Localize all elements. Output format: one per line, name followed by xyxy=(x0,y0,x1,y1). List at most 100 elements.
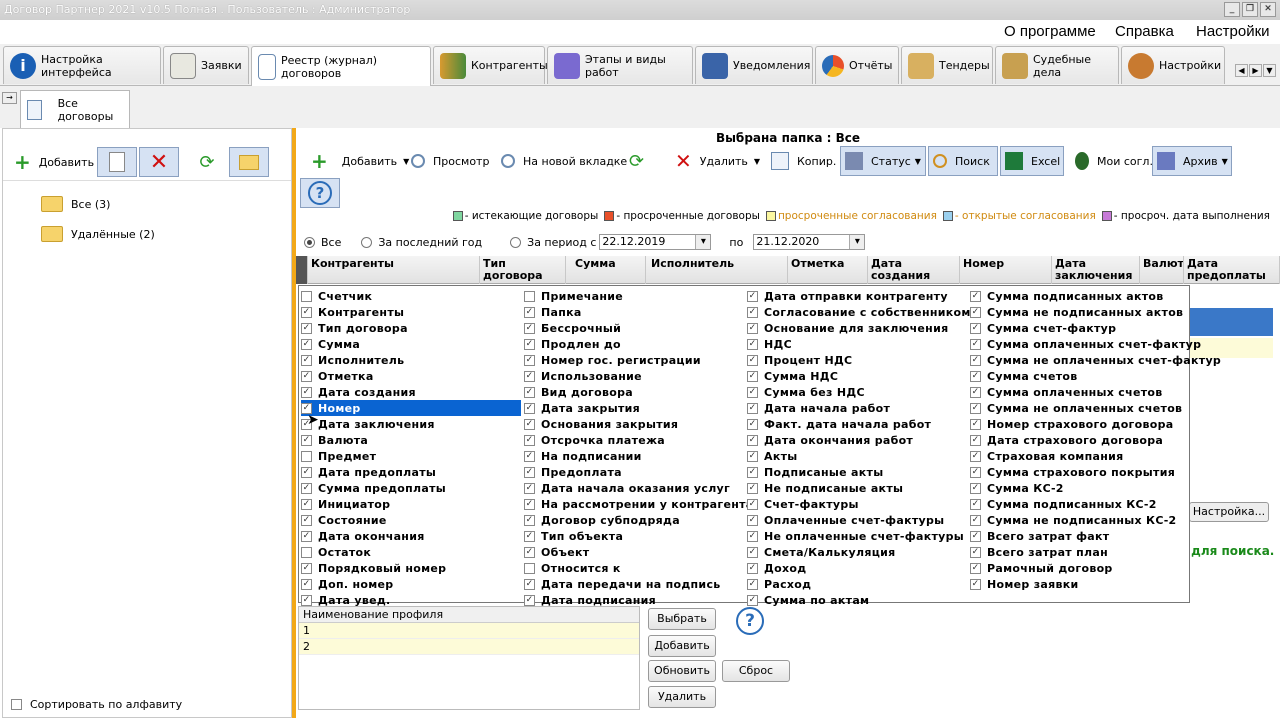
column-option[interactable]: ✓ Сумма НДС xyxy=(747,368,967,384)
column-option[interactable]: ✓ Дата создания xyxy=(301,384,521,400)
folder-edit-button[interactable] xyxy=(97,147,137,177)
column-option[interactable]: ✓ Сумма оплаченных счет-фактур xyxy=(970,336,1201,352)
column-option[interactable]: ✓ Номер гос. регистрации xyxy=(524,352,744,368)
column-header[interactable]: Сумма xyxy=(572,256,646,284)
checkbox[interactable]: ✓ xyxy=(747,562,758,574)
checkbox[interactable]: ✓ xyxy=(747,514,758,526)
column-option[interactable]: ✓ Сумма xyxy=(301,336,521,352)
checkbox[interactable] xyxy=(524,290,535,302)
column-option[interactable]: ✓ Сумма счетов xyxy=(970,368,1190,384)
checkbox[interactable]: ✓ xyxy=(747,578,758,590)
checkbox[interactable]: ✓ xyxy=(747,322,758,334)
column-option[interactable]: ✓ Сумма по актам xyxy=(747,592,967,608)
column-option[interactable]: ✓ Контрагенты xyxy=(301,304,521,320)
column-option[interactable]: Относится к xyxy=(524,560,744,576)
folder-delete-button[interactable]: ✕ xyxy=(139,147,179,177)
column-header[interactable]: Дата создания xyxy=(868,256,960,284)
column-option[interactable]: ✓ Рамочный договор xyxy=(970,560,1190,576)
checkbox[interactable]: ✓ xyxy=(301,482,312,494)
column-option[interactable]: ✓ Подписаные акты xyxy=(747,464,967,480)
tab-registry[interactable]: Реестр (журнал) договоров xyxy=(251,46,431,87)
tab-stages[interactable]: Этапы и виды работ xyxy=(547,46,693,84)
tree-item-deleted[interactable]: Удалённые (2) xyxy=(17,219,155,249)
column-option[interactable]: ✓ Дата передачи на подпись xyxy=(524,576,744,592)
checkbox[interactable]: ✓ xyxy=(747,418,758,430)
column-option[interactable]: ✓ Смета/Калькуляция xyxy=(747,544,967,560)
checkbox[interactable]: ✓ xyxy=(747,594,758,606)
filter-period-radio[interactable] xyxy=(510,236,522,248)
copy-button[interactable]: Копир. xyxy=(766,146,841,176)
checkbox[interactable]: ✓ xyxy=(747,354,758,366)
column-option[interactable]: ✓ Тип договора xyxy=(301,320,521,336)
checkbox[interactable]: ✓ xyxy=(970,354,981,366)
checkbox[interactable]: ✓ xyxy=(301,434,312,446)
column-option[interactable]: ✓ Предоплата xyxy=(524,464,744,480)
column-option[interactable]: Остаток xyxy=(301,544,521,560)
column-option[interactable]: ✓ Папка xyxy=(524,304,744,320)
column-option[interactable]: ✓ Дата подписания xyxy=(524,592,744,608)
tab-scroll-right[interactable]: ▶ xyxy=(1249,64,1262,77)
column-option[interactable]: ✓ Тип объекта xyxy=(524,528,744,544)
checkbox[interactable]: ✓ xyxy=(524,482,535,494)
checkbox[interactable] xyxy=(524,562,535,574)
column-option[interactable]: ✓ Состояние xyxy=(301,512,521,528)
column-option[interactable]: ✓ Сумма оплаченных счетов xyxy=(970,384,1190,400)
checkbox[interactable]: ✓ xyxy=(970,402,981,414)
checkbox[interactable]: ✓ xyxy=(524,418,535,430)
column-header[interactable]: Исполнитель xyxy=(648,256,788,284)
column-option[interactable]: ✓ Дата страхового договора xyxy=(970,432,1190,448)
checkbox[interactable] xyxy=(301,290,312,302)
checkbox[interactable]: ✓ xyxy=(524,594,535,606)
column-option[interactable]: ✓ Основание для заключения xyxy=(747,320,967,336)
column-header[interactable]: Номер xyxy=(960,256,1052,284)
column-header[interactable]: Дата заключения xyxy=(1052,256,1140,284)
checkbox[interactable]: ✓ xyxy=(970,370,981,382)
column-option[interactable]: ✓ Сумма не подписанных КС-2 xyxy=(970,512,1190,528)
checkbox[interactable]: ✓ xyxy=(524,530,535,542)
checkbox[interactable]: ✓ xyxy=(970,434,981,446)
filter-last-year-radio[interactable] xyxy=(361,236,373,248)
checkbox[interactable]: ✓ xyxy=(970,530,981,542)
status-button[interactable]: Статус ▼ xyxy=(840,146,926,176)
column-option[interactable]: ✓ Дата предоплаты xyxy=(301,464,521,480)
checkbox[interactable]: ✓ xyxy=(301,594,312,606)
profile-refresh-button[interactable]: Обновить xyxy=(648,660,716,682)
profile-help-icon[interactable]: ? xyxy=(736,607,764,635)
checkbox[interactable]: ✓ xyxy=(301,370,312,382)
column-option[interactable]: ✓ Вид договора xyxy=(524,384,744,400)
checkbox[interactable]: ✓ xyxy=(747,546,758,558)
excel-button[interactable]: Excel xyxy=(1000,146,1064,176)
column-option[interactable]: ✓ Сумма не оплаченных счетов xyxy=(970,400,1190,416)
column-option[interactable]: ✓ Сумма не подписанных актов xyxy=(970,304,1190,320)
column-option[interactable]: ✓ Дата увед. xyxy=(301,592,521,608)
my-approvals-button[interactable]: Мои согл. xyxy=(1070,146,1158,176)
delete-contract-button[interactable]: ✕ Удалить ▼ xyxy=(670,146,765,176)
column-option[interactable]: ✓ Порядковый номер xyxy=(301,560,521,576)
checkbox[interactable]: ✓ xyxy=(747,450,758,462)
tab-court[interactable]: Судебные дела xyxy=(995,46,1119,84)
checkbox[interactable]: ✓ xyxy=(747,434,758,446)
new-tab-button[interactable]: На новой вкладке xyxy=(496,146,632,176)
checkbox[interactable]: ✓ xyxy=(524,498,535,510)
profile-row[interactable]: 2 xyxy=(299,639,639,655)
checkbox[interactable]: ✓ xyxy=(301,306,312,318)
checkbox[interactable]: ✓ xyxy=(970,562,981,574)
column-option[interactable]: ✓ Основания закрытия xyxy=(524,416,744,432)
tab-list-dropdown[interactable]: ▼ xyxy=(1263,64,1276,77)
column-option[interactable]: Предмет xyxy=(301,448,521,464)
profile-delete-button[interactable]: Удалить xyxy=(648,686,716,708)
column-option[interactable]: ✓ Страховая компания xyxy=(970,448,1190,464)
tab-tenders[interactable]: Тендеры xyxy=(901,46,993,84)
column-option[interactable]: ✓ Инициатор xyxy=(301,496,521,512)
column-option[interactable]: ✓ Сумма не оплаченных счет-фактур xyxy=(970,352,1221,368)
checkbox[interactable]: ✓ xyxy=(301,322,312,334)
checkbox[interactable]: ✓ xyxy=(970,306,981,318)
checkbox[interactable]: ✓ xyxy=(524,370,535,382)
column-option[interactable]: ✓ На рассмотрении у контрагента xyxy=(524,496,753,512)
column-header[interactable]: Тип договора xyxy=(480,256,566,284)
column-option[interactable]: ✓ Сумма подписанных КС-2 xyxy=(970,496,1190,512)
profile-choose-button[interactable]: Выбрать xyxy=(648,608,716,630)
column-option[interactable]: ✓ Сумма страхового покрытия xyxy=(970,464,1190,480)
column-option[interactable]: ✓ Дата начала работ xyxy=(747,400,967,416)
checkbox[interactable]: ✓ xyxy=(747,370,758,382)
